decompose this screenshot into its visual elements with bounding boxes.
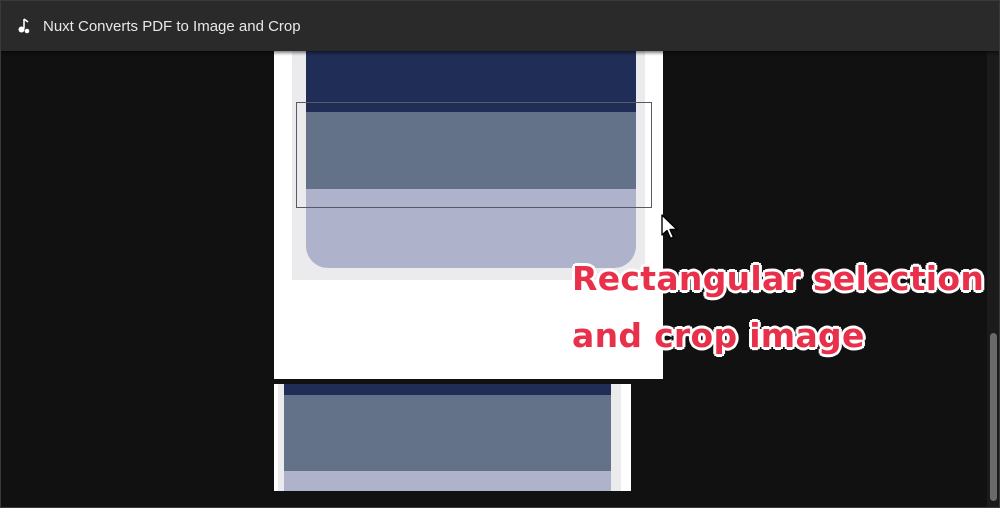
- annotation-caption: Rectangular selection and crop image: [572, 250, 985, 364]
- cropped-light-band: [284, 471, 611, 491]
- cropped-mid-band: [284, 395, 611, 471]
- scrollbar-thumb[interactable]: [990, 333, 997, 501]
- annotation-line-1: Rectangular selection: [572, 259, 985, 298]
- window-title: Nuxt Converts PDF to Image and Crop: [43, 17, 301, 35]
- cropped-dark-band: [284, 384, 611, 395]
- music-note-icon: [15, 18, 31, 34]
- title-bar: Nuxt Converts PDF to Image and Crop: [1, 1, 999, 51]
- annotation-line-2: and crop image: [572, 316, 865, 355]
- cropped-card-graphic: [284, 384, 611, 491]
- mouse-pointer-icon: [660, 213, 682, 243]
- cropped-image-result: [274, 384, 631, 491]
- crop-selection-rectangle[interactable]: [296, 102, 652, 208]
